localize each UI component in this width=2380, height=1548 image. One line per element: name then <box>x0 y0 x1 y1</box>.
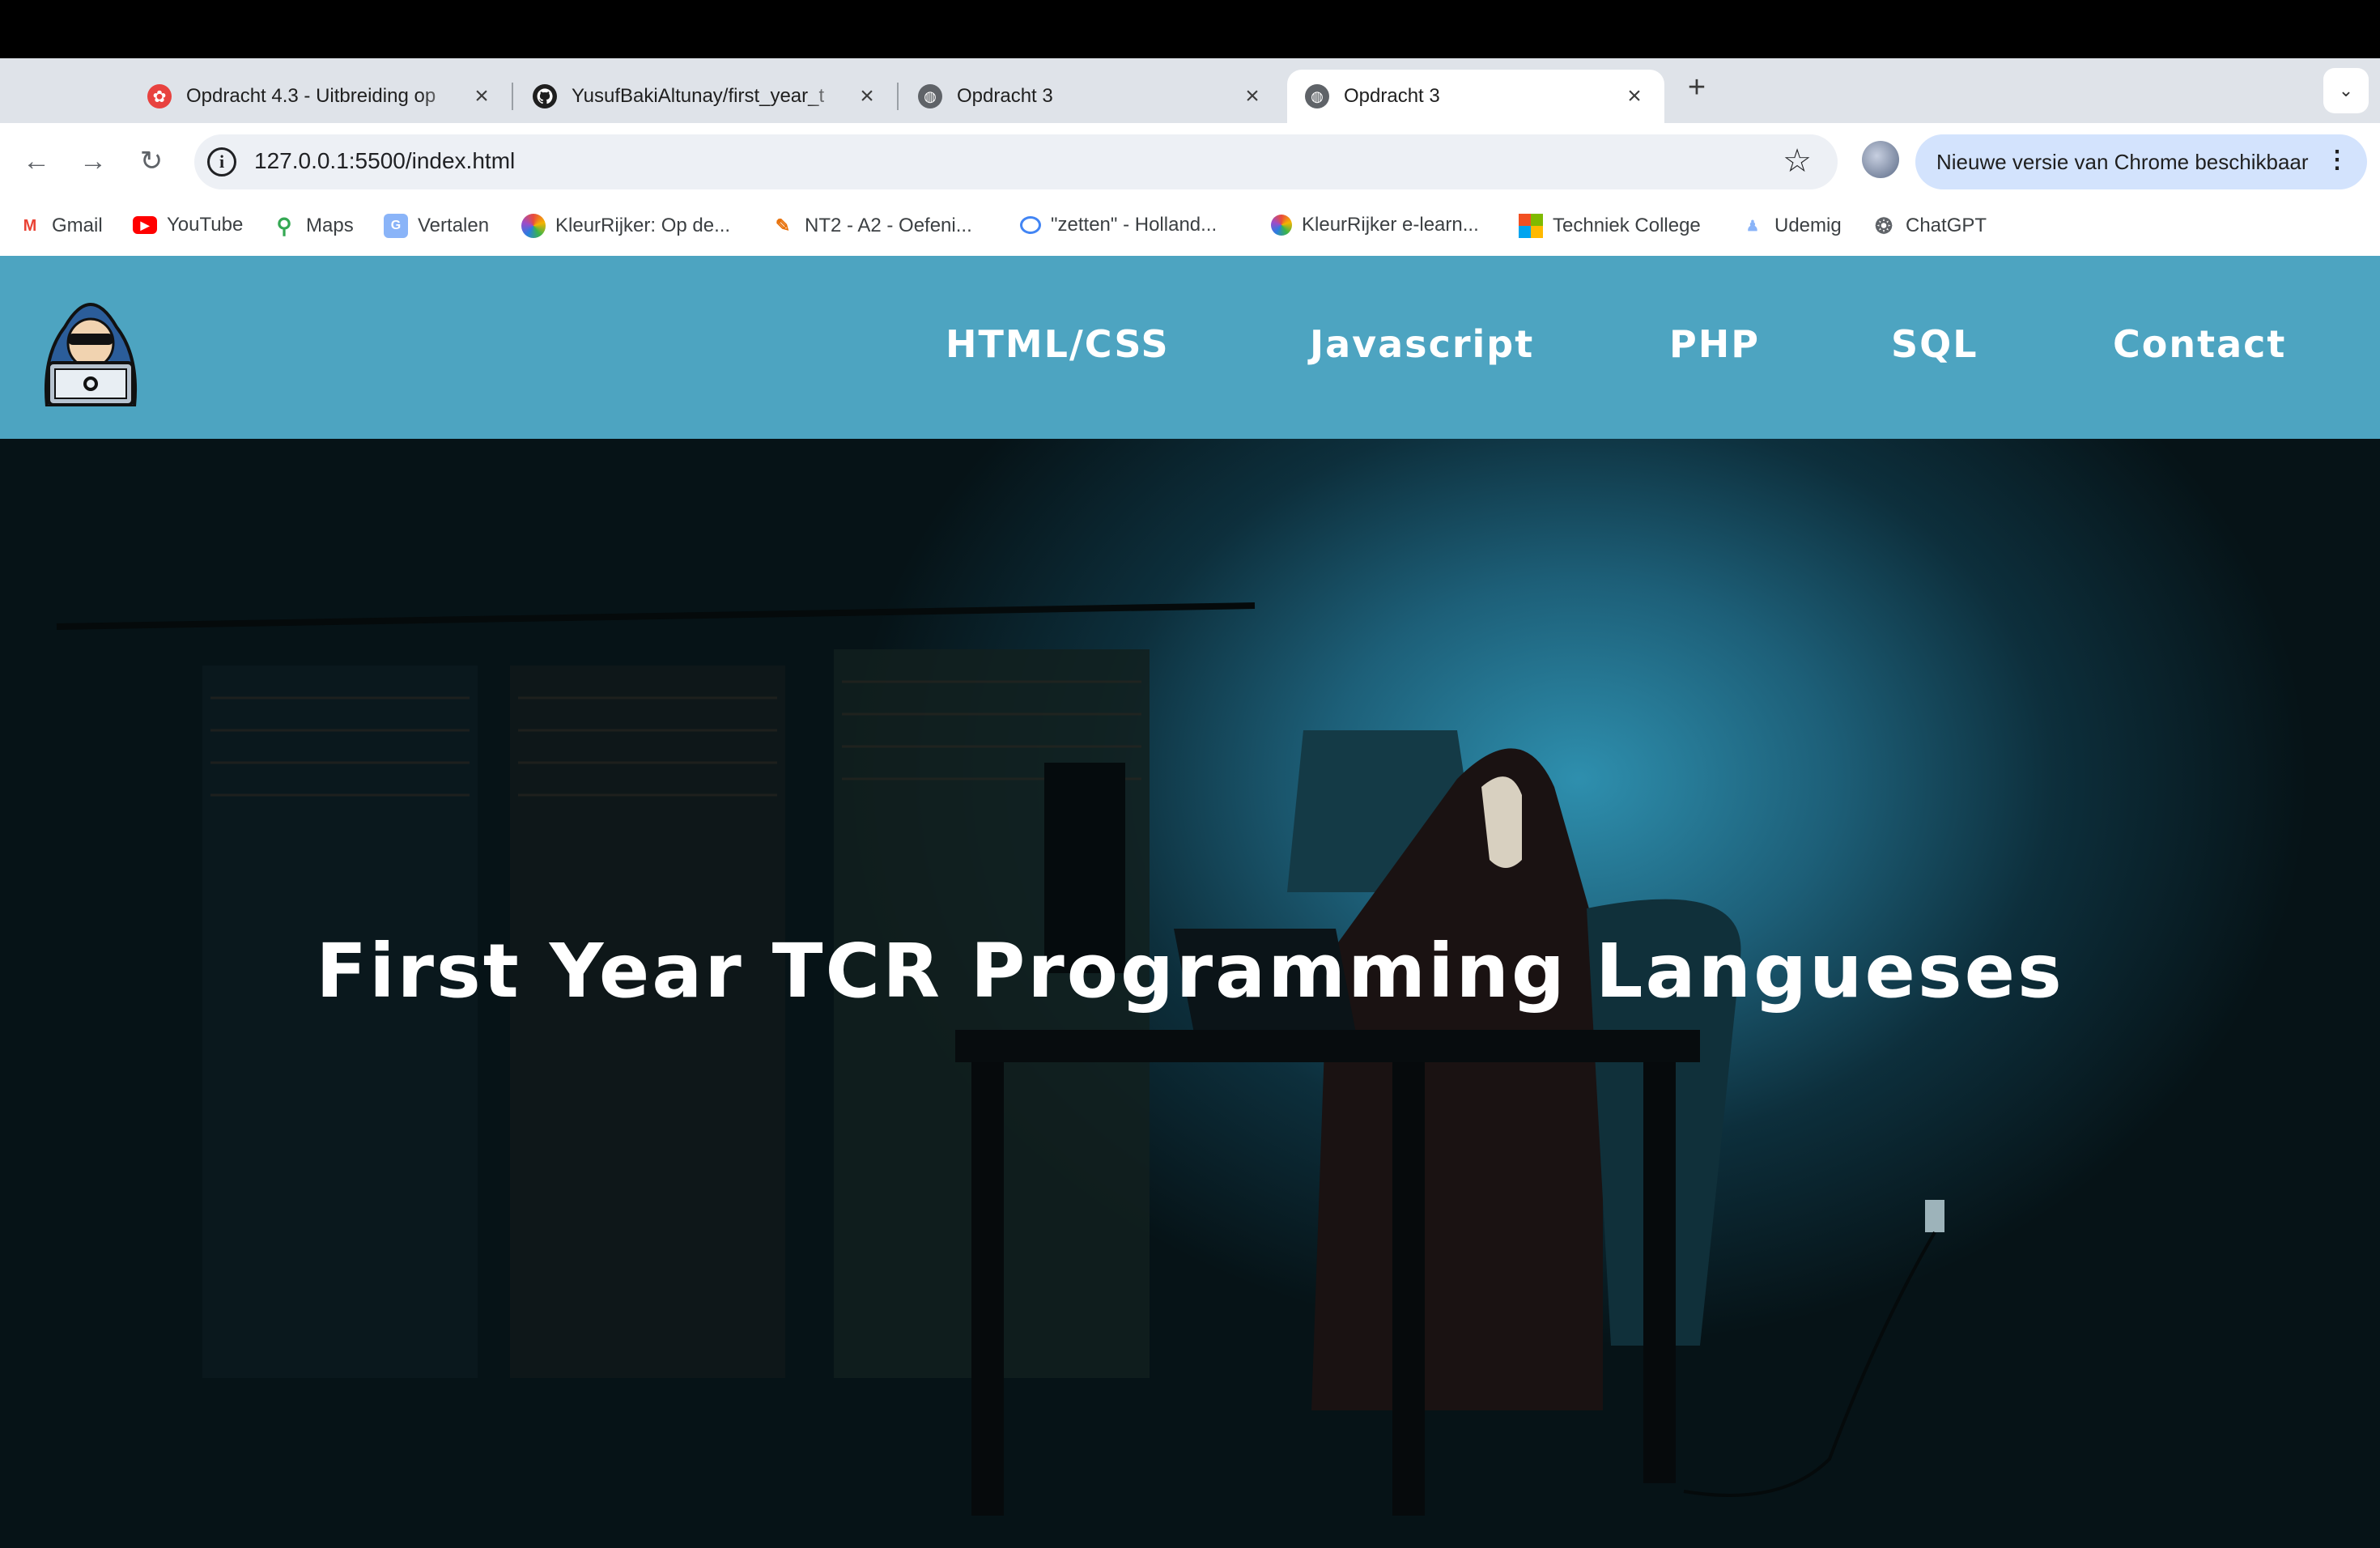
bookmark-label: YouTube <box>167 214 244 236</box>
bookmark-label: "zetten" - Holland... <box>1051 214 1218 236</box>
chatgpt-icon: ❂ <box>1875 213 1893 238</box>
cog-icon: ✿ <box>147 84 172 108</box>
chat-bubble-icon <box>1020 216 1041 234</box>
kleurrijker-icon <box>1271 215 1292 236</box>
tab-search-button[interactable]: ⌄ <box>2323 68 2369 113</box>
bookmark-label: Gmail <box>52 215 103 236</box>
udemig-icon: ♟ <box>1745 217 1760 234</box>
bookmark-kleurrijker-elearn[interactable]: KleurRijker e-learn... <box>1271 214 1479 236</box>
microsoft-icon <box>1519 214 1543 238</box>
tab-opdracht-4-3[interactable]: ✿ Opdracht 4.3 - Uitbreiding op × <box>130 70 512 123</box>
tab-strip: ✿ Opdracht 4.3 - Uitbreiding op × YusufB… <box>0 58 2380 123</box>
bookmark-gmail[interactable]: M Gmail <box>18 214 103 238</box>
bookmark-kleurrijker[interactable]: KleurRijker: Op de... <box>521 214 730 238</box>
tab-opdracht-3-active[interactable]: ◍ Opdracht 3 × <box>1287 70 1664 123</box>
bookmark-label: Udemig <box>1774 215 1842 236</box>
update-label: Nieuwe versie van Chrome beschikbaar <box>1936 149 2309 174</box>
globe-icon: ◍ <box>1305 84 1329 108</box>
nav-sql[interactable]: SQL <box>1891 322 1978 366</box>
bookmark-vertalen[interactable]: G Vertalen <box>384 214 489 238</box>
site-info-icon[interactable]: i <box>207 147 236 176</box>
bookmark-udemig[interactable]: ♟ Udemig <box>1740 214 1842 238</box>
reload-button[interactable]: ↻ <box>133 142 170 180</box>
maps-icon: ⚲ <box>276 213 292 238</box>
bookmark-label: KleurRijker e-learn... <box>1302 214 1479 236</box>
address-bar[interactable]: i 127.0.0.1:5500/index.html ☆ <box>194 134 1838 189</box>
bookmark-label: Maps <box>306 215 354 236</box>
address-text[interactable]: 127.0.0.1:5500/index.html <box>254 148 515 174</box>
globe-icon: ◍ <box>918 84 942 108</box>
close-icon[interactable]: × <box>1622 83 1647 109</box>
close-icon[interactable]: × <box>855 83 879 109</box>
bookmark-youtube[interactable]: ▶ YouTube <box>133 214 243 236</box>
tab-title: Opdracht 3 <box>1344 85 1440 107</box>
tab-title: Opdracht 4.3 - Uitbreiding op <box>186 85 436 107</box>
window-top-bar <box>0 0 2380 58</box>
kleurrijker-icon <box>521 214 546 238</box>
tab-separator <box>512 83 513 110</box>
translate-icon: G <box>384 214 408 238</box>
bookmark-label: NT2 - A2 - Oefeni... <box>805 215 972 236</box>
browser-toolbar: ← → ↻ i 127.0.0.1:5500/index.html ☆ Nieu… <box>0 123 2380 199</box>
site-header: HTML/CSS Javascript PHP SQL Contact <box>0 256 2380 439</box>
bookmark-label: Vertalen <box>418 215 490 236</box>
bookmarks-bar: M Gmail ▶ YouTube ⚲ Maps G Vertalen Kleu… <box>0 199 2380 256</box>
bookmark-label: KleurRijker: Op de... <box>555 215 731 236</box>
bookmark-label: ChatGPT <box>1906 215 1987 236</box>
nav-contact[interactable]: Contact <box>2113 322 2286 366</box>
nav-php[interactable]: PHP <box>1669 322 1760 366</box>
nt2-icon: ✎ <box>775 215 791 236</box>
bookmark-label: Techniek College <box>1553 215 1701 236</box>
nav-javascript[interactable]: Javascript <box>1310 322 1534 366</box>
hacker-logo-icon[interactable] <box>32 285 149 406</box>
profile-avatar[interactable] <box>1862 141 1899 178</box>
hero-section: First Year TCR Programming Langueses <box>0 439 2380 1548</box>
tab-title: Opdracht 3 <box>957 85 1053 107</box>
bookmark-star-icon[interactable]: ☆ <box>1783 142 1812 180</box>
tab-separator <box>897 83 899 110</box>
new-tab-button[interactable]: + <box>1681 70 1713 104</box>
bookmark-maps[interactable]: ⚲ Maps <box>272 213 354 238</box>
bookmark-techniek-college[interactable]: Techniek College <box>1519 214 1701 238</box>
tab-opdracht-3[interactable]: ◍ Opdracht 3 × <box>900 70 1282 123</box>
bookmark-nt2[interactable]: ✎ NT2 - A2 - Oefeni... <box>771 214 972 238</box>
github-icon <box>533 84 557 108</box>
nav-html-css[interactable]: HTML/CSS <box>946 322 1170 366</box>
bookmark-chatgpt[interactable]: ❂ ChatGPT <box>1872 214 1987 238</box>
chrome-update-button[interactable]: Nieuwe versie van Chrome beschikbaar ⋮ <box>1915 134 2367 189</box>
bookmark-zetten[interactable]: "zetten" - Holland... <box>1020 214 1217 236</box>
back-button[interactable]: ← <box>18 142 55 180</box>
hero-title: First Year TCR Programming Langueses <box>316 928 2064 1014</box>
gmail-icon: M <box>23 216 37 235</box>
menu-icon[interactable]: ⋮ <box>2325 146 2349 174</box>
tab-github[interactable]: YusufBakiAltunay/first_year_t × <box>515 70 897 123</box>
forward-button[interactable]: → <box>74 142 112 180</box>
youtube-icon: ▶ <box>133 216 157 234</box>
close-icon[interactable]: × <box>470 83 494 109</box>
tab-title: YusufBakiAltunay/first_year_t <box>572 85 825 107</box>
close-icon[interactable]: × <box>1240 83 1264 109</box>
